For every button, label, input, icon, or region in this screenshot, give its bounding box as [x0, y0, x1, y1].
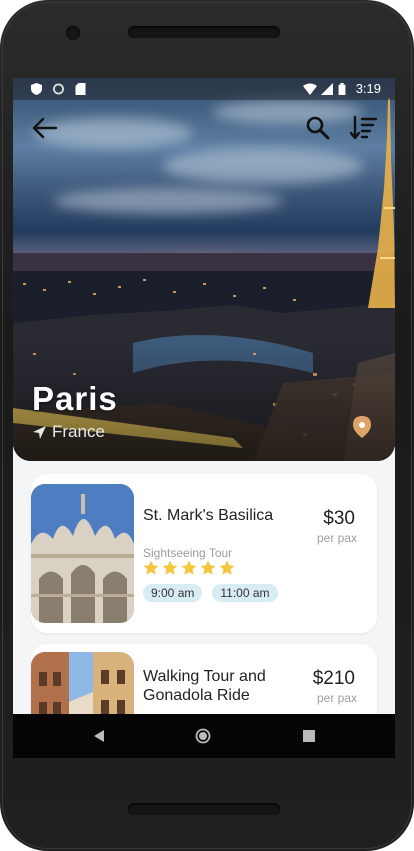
- tour-type: Sightseeing Tour: [143, 546, 233, 560]
- country-name: France: [52, 422, 105, 441]
- tour-price: $30: [323, 508, 355, 529]
- time-chip[interactable]: 9:00 am: [143, 584, 203, 602]
- hero-image: 3:19 Paris France: [13, 78, 395, 461]
- tour-card[interactable]: St. Mark's Basilica Sightseeing Tour 9:0…: [31, 474, 377, 633]
- tour-price: $210: [312, 668, 355, 689]
- sd-card-icon: [75, 83, 86, 95]
- tour-name: St. Mark's Basilica: [143, 507, 274, 524]
- shield-icon: [31, 83, 42, 95]
- front-camera: [66, 26, 80, 40]
- system-navigation-bar: [13, 714, 395, 758]
- back-arrow-icon[interactable]: [31, 116, 59, 140]
- app-screen: 3:19 Paris France St. Mark's Basilica Si…: [13, 78, 395, 758]
- country-label: France: [32, 422, 105, 442]
- tour-thumbnail: [31, 484, 134, 623]
- sync-icon: [53, 83, 64, 95]
- sort-icon[interactable]: [349, 115, 377, 141]
- star-icon: [219, 560, 235, 575]
- star-icon: [143, 560, 159, 575]
- star-icon: [181, 560, 197, 575]
- time-slots: 9:00 am 11:00 am: [143, 584, 278, 602]
- navigation-arrow-icon: [33, 425, 46, 439]
- cell-signal-icon: [321, 83, 333, 95]
- star-icon: [200, 560, 216, 575]
- nav-back-icon[interactable]: [93, 730, 105, 742]
- basilica-image: [31, 484, 134, 623]
- wifi-icon: [303, 83, 317, 95]
- status-time: 3:19: [355, 81, 381, 96]
- price-unit: per pax: [316, 531, 357, 545]
- bottom-speaker: [128, 803, 280, 815]
- price-unit: per pax: [316, 691, 357, 705]
- star-icon: [162, 560, 178, 575]
- city-title: Paris: [32, 380, 118, 417]
- earpiece-speaker: [128, 26, 280, 38]
- rating-stars: [143, 560, 235, 576]
- tour-name: Walking Tour and Gonadola Ride: [143, 668, 266, 704]
- nav-home-icon[interactable]: [195, 728, 211, 744]
- time-chip[interactable]: 11:00 am: [212, 584, 278, 602]
- status-bar: 3:19: [13, 78, 395, 100]
- nav-recents-icon[interactable]: [303, 730, 315, 742]
- search-icon[interactable]: [305, 115, 331, 141]
- battery-icon: [338, 83, 346, 95]
- map-pin-icon[interactable]: [353, 416, 371, 438]
